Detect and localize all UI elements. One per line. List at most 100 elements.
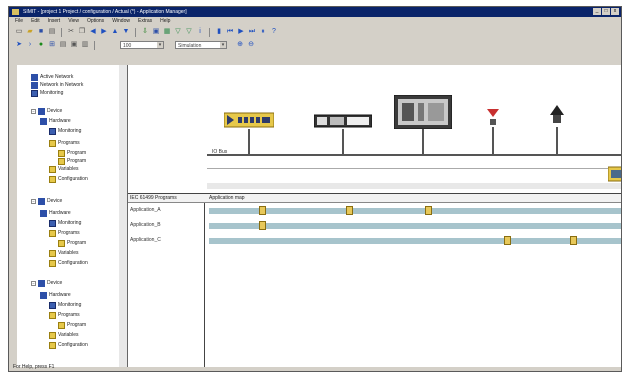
info-icon[interactable]: i (196, 28, 204, 36)
program-timeline-bar[interactable] (209, 236, 621, 245)
chevron-down-icon[interactable]: ▾ (220, 42, 226, 48)
module-device-icon[interactable] (608, 165, 622, 183)
program-timeline-bar[interactable] (209, 206, 621, 215)
tree-item[interactable]: Active Network (31, 73, 73, 81)
tree-item[interactable]: Programs (49, 139, 80, 147)
run-icon[interactable]: ▮ (215, 28, 223, 36)
step-back-icon[interactable]: ⏮ (226, 28, 234, 36)
tree-item[interactable]: Configuration (49, 259, 88, 267)
tree-item[interactable]: − Device (31, 197, 62, 205)
grid-icon[interactable]: ▦ (163, 28, 171, 36)
filter2-icon[interactable]: ▽ (185, 28, 193, 36)
menu-help[interactable]: Help (160, 17, 170, 26)
tree-item[interactable]: Programs (49, 229, 80, 237)
menu-file[interactable]: File (15, 17, 23, 26)
collapse-icon[interactable]: − (31, 108, 36, 114)
table-row[interactable]: Application_B (128, 220, 621, 232)
program-block-marker[interactable] (259, 206, 266, 215)
settings-icon[interactable]: ▥ (81, 41, 89, 49)
network-scrollbar[interactable] (207, 183, 621, 189)
network-icon[interactable]: ⊞ (48, 41, 56, 49)
tree-item[interactable]: Monitoring (31, 89, 63, 97)
open-icon[interactable]: ▰ (26, 28, 34, 36)
minimize-button[interactable]: _ (593, 8, 601, 15)
program-block-marker[interactable] (259, 221, 266, 230)
program-block-marker[interactable] (425, 206, 432, 215)
tree-item[interactable]: Configuration (49, 175, 88, 183)
tree-scrollbar[interactable] (119, 65, 127, 367)
program-block-marker[interactable] (570, 236, 577, 245)
monitor-icon[interactable]: ▣ (152, 28, 160, 36)
save-icon[interactable]: ■ (37, 28, 45, 36)
device-icon[interactable]: ▣ (70, 41, 78, 49)
up-arrow-icon[interactable]: ▲ (111, 28, 119, 36)
programs-header: IEC 61499 Programs Application map (128, 193, 621, 203)
menu-edit[interactable]: Edit (31, 17, 40, 26)
menu-insert[interactable]: Insert (48, 17, 61, 26)
tree-item[interactable]: Program (58, 321, 86, 329)
mode-combo[interactable]: Simulation ▾ (175, 41, 227, 49)
config-icon (49, 341, 56, 349)
valve-device-icon[interactable] (486, 107, 500, 129)
menu-options[interactable]: Options (87, 17, 104, 26)
print-icon[interactable]: ▤ (48, 28, 56, 36)
collapse-icon[interactable]: − (31, 280, 36, 286)
chevron-down-icon[interactable]: ▾ (157, 42, 163, 48)
pause-icon[interactable]: ⏸ (259, 28, 267, 36)
green-ball-icon[interactable]: ● (37, 41, 45, 49)
tree-item[interactable]: Variables (49, 331, 78, 339)
panel-device-icon[interactable] (394, 95, 452, 129)
status-text: For Help, press F1 (13, 364, 55, 370)
tree-item[interactable]: Monitoring (49, 219, 81, 227)
rack-device-icon[interactable] (224, 109, 274, 131)
zoom-in-icon[interactable]: ⊕ (236, 41, 244, 49)
table-row[interactable]: Application_C (128, 235, 621, 247)
tree-item[interactable]: − Device (31, 107, 62, 115)
close-button[interactable]: x (611, 8, 619, 15)
tree-item[interactable]: Hardware (40, 209, 71, 217)
cut-icon[interactable]: ✂ (67, 28, 75, 36)
menu-extras[interactable]: Extras (138, 17, 152, 26)
tree-item[interactable]: Program (58, 239, 86, 247)
program-name: Application_C (130, 237, 161, 243)
tree-item[interactable]: Monitoring (49, 301, 81, 309)
zoom-combo[interactable]: 100 ▾ (120, 41, 164, 49)
maximize-button[interactable]: □ (602, 8, 610, 15)
program-block-marker[interactable] (504, 236, 511, 245)
tree-item[interactable]: Network in Network (31, 81, 83, 89)
tree-item[interactable]: Variables (49, 165, 78, 173)
program-timeline-bar[interactable] (209, 221, 621, 230)
program-block-marker[interactable] (346, 206, 353, 215)
controller-device-icon[interactable] (314, 109, 372, 131)
tree-item[interactable]: Program (58, 157, 86, 165)
table-row[interactable]: Application_A (128, 205, 621, 217)
menu-view[interactable]: View (68, 17, 79, 26)
tree-item[interactable]: Configuration (49, 341, 88, 349)
tree-item[interactable]: − Device (31, 279, 62, 287)
arrow-right-icon[interactable]: ➤ (15, 41, 23, 49)
play-icon[interactable]: ▶ (237, 28, 245, 36)
window-title: SIMIT - [project 1 Project / configurati… (23, 9, 187, 15)
zoom-out-icon[interactable]: ⊖ (247, 41, 255, 49)
tree-item[interactable]: Hardware (40, 291, 71, 299)
back-arrow-icon[interactable]: ◀ (89, 28, 97, 36)
tree-item[interactable]: Variables (49, 249, 78, 257)
sensor-device-icon[interactable] (550, 105, 564, 129)
new-icon[interactable]: ▭ (15, 28, 23, 36)
tree-item[interactable]: Hardware (40, 117, 71, 125)
chevron-right-icon[interactable]: › (26, 41, 34, 49)
tree-item[interactable]: Programs (49, 311, 80, 319)
menu-window[interactable]: Window (112, 17, 130, 26)
help-icon[interactable]: ? (270, 28, 278, 36)
table-icon[interactable]: ▤ (59, 41, 67, 49)
tree-item[interactable]: Program (58, 149, 86, 157)
filter-icon[interactable]: ▽ (174, 28, 182, 36)
down-arrow-icon[interactable]: ▼ (122, 28, 130, 36)
copy-icon[interactable]: ❐ (78, 28, 86, 36)
program-icon (58, 321, 65, 329)
stop-icon[interactable]: ⏭ (248, 28, 256, 36)
tree-item[interactable]: Monitoring (49, 127, 81, 135)
collapse-icon[interactable]: − (31, 198, 36, 204)
forward-arrow-icon[interactable]: ▶ (100, 28, 108, 36)
download-icon[interactable]: ⇩ (141, 28, 149, 36)
